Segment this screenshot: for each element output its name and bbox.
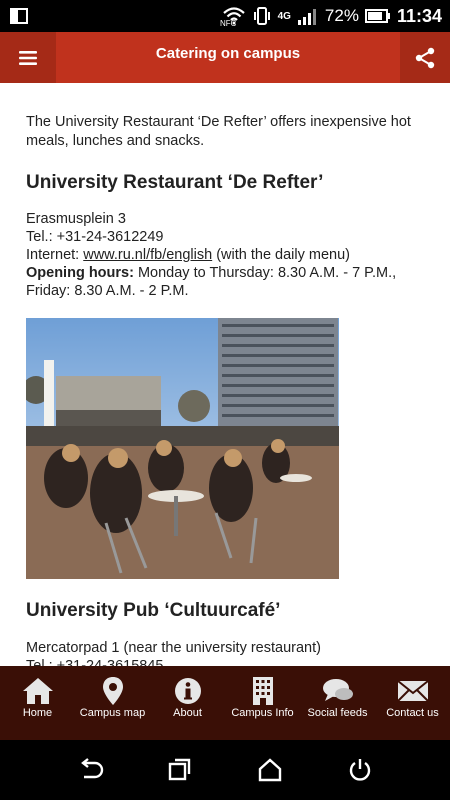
nav-contact-us-label: Contact us [386,707,439,719]
nav-campus-info-label: Campus Info [231,707,294,719]
envelope-icon [396,680,429,702]
nav-campus-map[interactable]: Campus map [75,666,150,740]
content-scroll-area[interactable]: The University Restaurant ‘De Refter’ of… [0,83,450,666]
back-icon[interactable] [78,757,104,783]
page-title: Catering on campus [155,45,301,62]
battery-percent: 72% [324,6,359,25]
map-pin-icon [102,677,123,705]
refter-website-link[interactable]: www.ru.nl/fb/english [83,247,212,263]
battery-icon [364,9,390,23]
pub-phone[interactable]: Tel.: +31-24-3615845 [26,657,424,666]
menu-button[interactable] [0,32,56,83]
nfc-label: NFC [220,19,237,28]
refter-internet: Internet: www.ru.nl/fb/english (with the… [26,246,424,264]
network-type-label: 4G [277,10,291,22]
internet-label: Internet: [26,247,84,263]
refter-title: University Restaurant ‘De Refter’ [26,172,324,193]
recents-icon[interactable] [167,757,193,783]
power-icon[interactable] [347,757,373,783]
intro-text: The University Restaurant ‘De Refter’ of… [26,114,411,149]
opening-hours-label: Opening hours: [26,265,134,281]
home-outline-icon[interactable] [257,757,283,783]
nav-social-feeds[interactable]: Social feeds [300,666,375,740]
share-icon [415,47,435,68]
nav-campus-map-label: Campus map [79,707,146,719]
nav-home[interactable]: Home [0,666,75,740]
signal-icon [297,9,316,25]
hamburger-menu-icon [19,50,37,65]
home-icon [22,678,53,704]
nav-campus-info[interactable]: Campus Info [225,666,300,740]
refter-phone[interactable]: Tel.: +31-24-3612249 [26,228,424,246]
bottom-navigation: Home Campus map About Campus Info Social… [0,666,450,740]
info-icon [174,678,201,704]
pub-address: Mercatorpad 1 (near the university resta… [26,640,321,656]
nav-home-label: Home [22,707,53,719]
nav-social-feeds-label: Social feeds [307,707,368,719]
status-bar: 4G 72% 11:34 NFC [0,0,450,32]
app-bar: Catering on campus [0,32,450,83]
vibrate-icon [253,7,270,25]
screen-mirror-icon [10,8,28,24]
restaurant-terrace-photo [26,318,339,579]
internet-suffix: (with the daily menu) [212,247,350,263]
system-navigation-bar [0,740,450,800]
clock: 11:34 [396,5,442,26]
nav-about-label: About [173,707,202,719]
pub-title: University Pub ‘Cultuurcafé’ [26,600,281,621]
nav-contact-us[interactable]: Contact us [375,666,450,740]
share-button[interactable] [400,32,450,83]
chat-bubbles-icon [322,679,353,701]
building-icon [252,677,273,705]
nav-about[interactable]: About [150,666,225,740]
refter-opening-hours: Opening hours: Monday to Thursday: 8.30 … [26,264,424,300]
refter-address: Erasmusplein 3 [26,211,126,227]
